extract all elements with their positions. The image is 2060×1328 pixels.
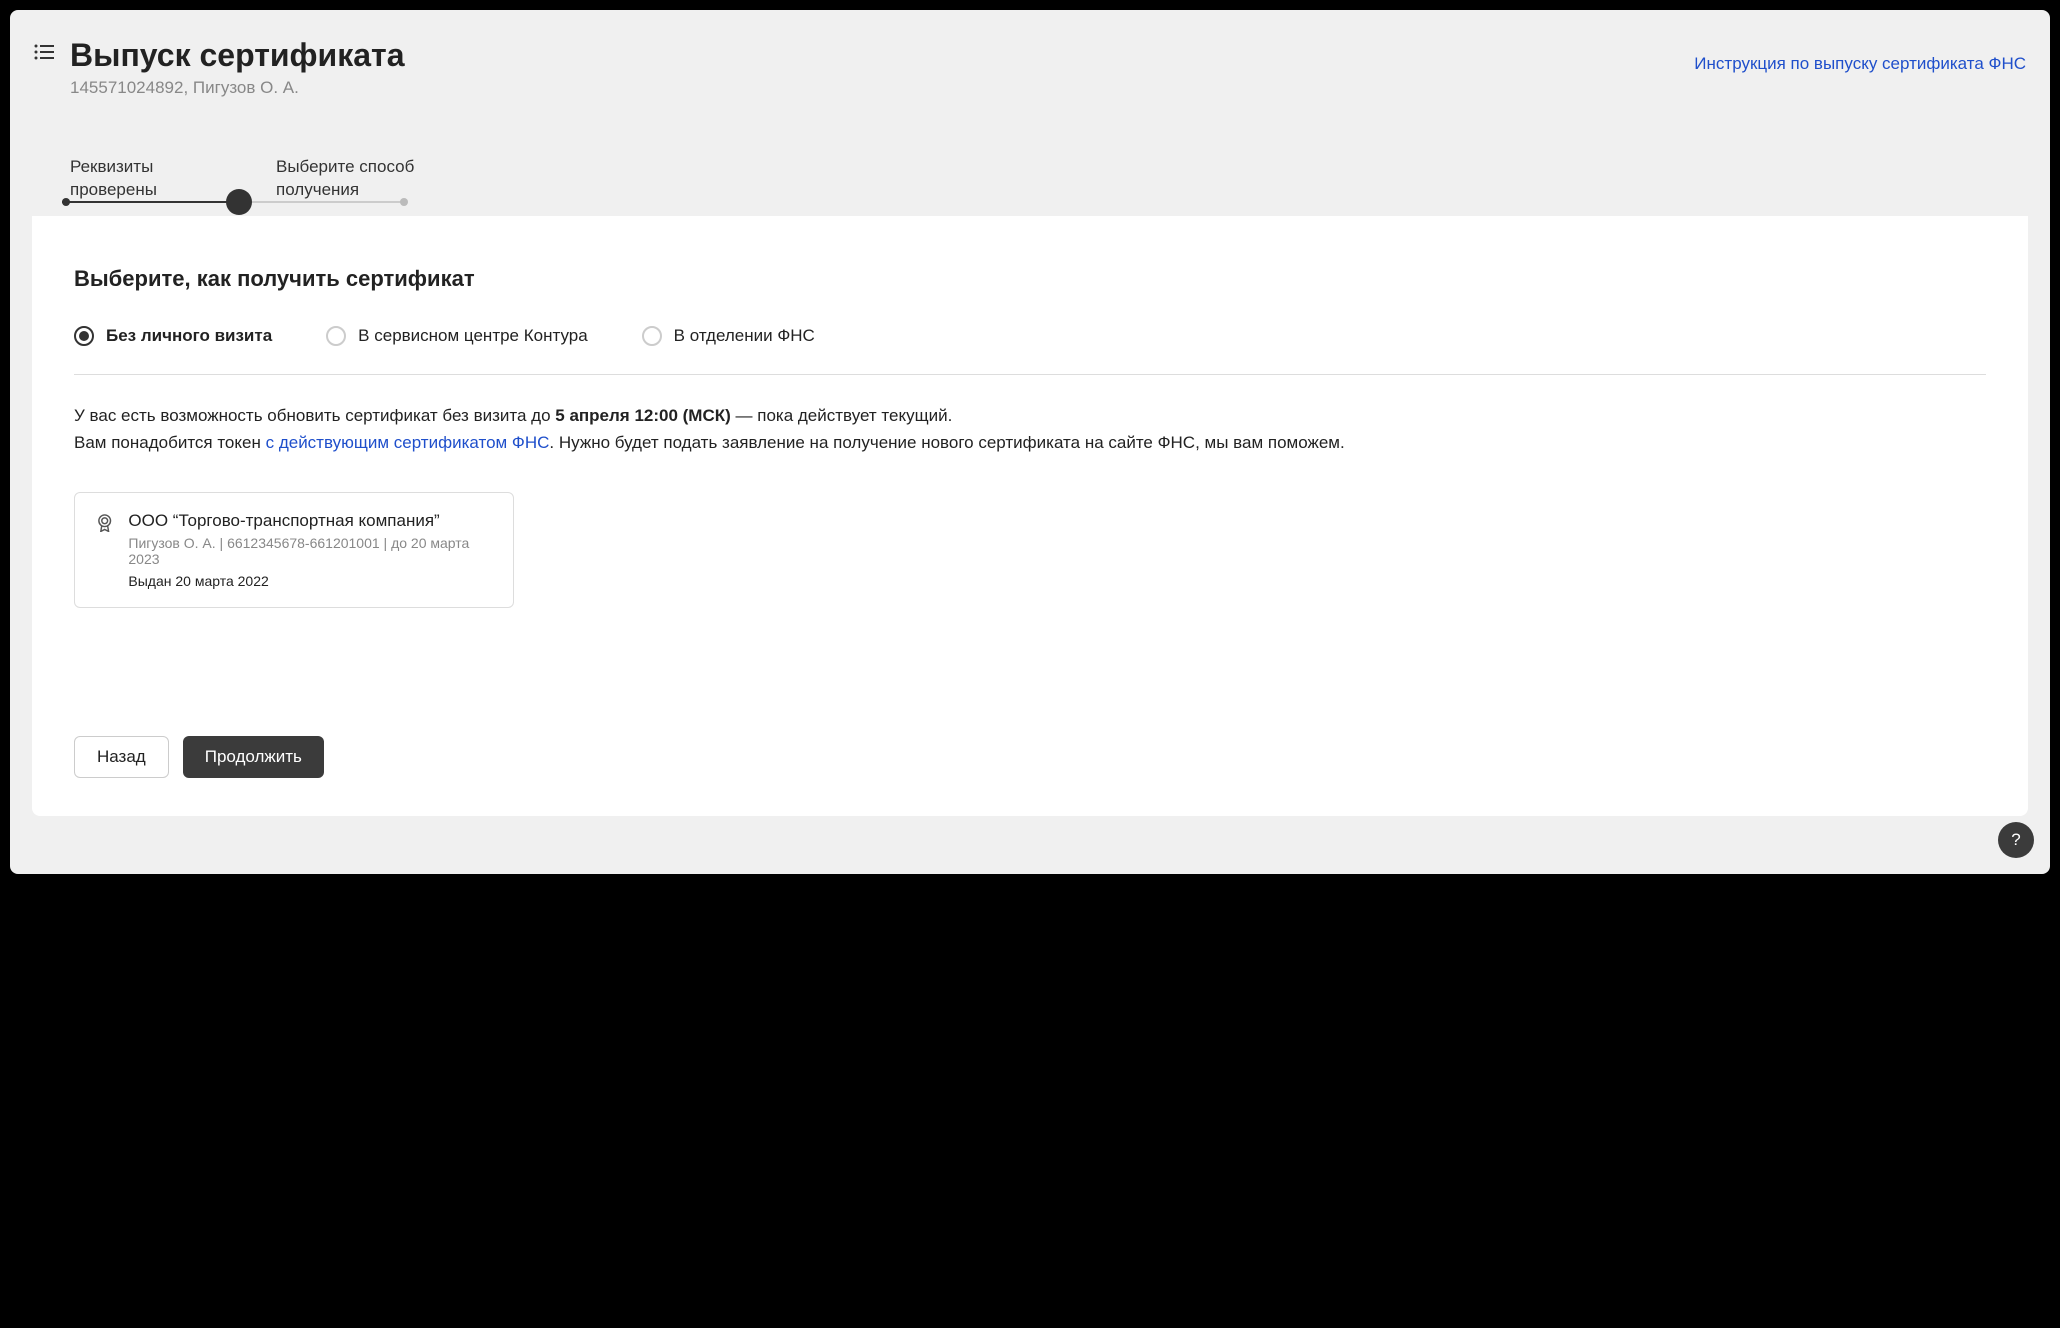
header-left: Выпуск сертификата 145571024892, Пигузов… bbox=[34, 36, 404, 98]
info-token-link[interactable]: с действующим сертификатом ФНС bbox=[266, 433, 550, 452]
certificate-meta: Пигузов О. А. | 6612345678-661201001 | д… bbox=[128, 535, 493, 567]
back-button[interactable]: Назад bbox=[74, 736, 169, 778]
page-title: Выпуск сертификата bbox=[70, 36, 404, 74]
instruction-link[interactable]: Инструкция по выпуску сертификата ФНС bbox=[1694, 54, 2026, 74]
info-line1-post: — пока действует текущий. bbox=[731, 406, 953, 425]
section-heading: Выберите, как получить сертификат bbox=[74, 266, 1986, 292]
radio-icon bbox=[326, 326, 346, 346]
certificate-company: ООО “Торгово-транспортная компания” bbox=[128, 511, 493, 531]
page-subtitle: 145571024892, Пигузов О. А. bbox=[70, 78, 404, 98]
content-card: Выберите, как получить сертификат Без ли… bbox=[32, 216, 2028, 816]
certificate-icon bbox=[95, 513, 114, 533]
info-line2-pre: Вам понадобится токен bbox=[74, 433, 266, 452]
radio-option-no-visit[interactable]: Без личного визита bbox=[74, 326, 272, 346]
app-container: Выпуск сертификата 145571024892, Пигузов… bbox=[10, 10, 2050, 874]
step-dot-current bbox=[226, 189, 252, 215]
step-label-1: Реквизиты проверены bbox=[70, 156, 220, 202]
certificate-card: ООО “Торгово-транспортная компания” Пигу… bbox=[74, 492, 514, 608]
step-track bbox=[62, 200, 2010, 204]
certificate-issued: Выдан 20 марта 2022 bbox=[128, 573, 493, 589]
stepper: Реквизиты проверены Выберите способ полу… bbox=[10, 98, 2050, 202]
radio-label: В отделении ФНС bbox=[674, 326, 815, 346]
info-text: У вас есть возможность обновить сертифик… bbox=[74, 403, 1986, 456]
radio-group: Без личного визита В сервисном центре Ко… bbox=[74, 326, 1986, 375]
info-line1-pre: У вас есть возможность обновить сертифик… bbox=[74, 406, 555, 425]
info-deadline: 5 апреля 12:00 (МСК) bbox=[555, 406, 731, 425]
header: Выпуск сертификата 145571024892, Пигузов… bbox=[10, 10, 2050, 98]
button-row: Назад Продолжить bbox=[74, 736, 324, 778]
help-button[interactable]: ? bbox=[1998, 822, 2034, 858]
title-block: Выпуск сертификата 145571024892, Пигузов… bbox=[70, 36, 404, 98]
certificate-body: ООО “Торгово-транспортная компания” Пигу… bbox=[128, 511, 493, 589]
radio-icon bbox=[642, 326, 662, 346]
menu-icon[interactable] bbox=[34, 44, 54, 64]
step-dot-1 bbox=[62, 198, 70, 206]
radio-option-fns[interactable]: В отделении ФНС bbox=[642, 326, 815, 346]
radio-label: Без личного визита bbox=[106, 326, 272, 346]
step-dot-3 bbox=[400, 198, 408, 206]
radio-label: В сервисном центре Контура bbox=[358, 326, 588, 346]
info-line2-post: . Нужно будет подать заявление на получе… bbox=[549, 433, 1344, 452]
continue-button[interactable]: Продолжить bbox=[183, 736, 324, 778]
step-label-2: Выберите способ получения bbox=[276, 156, 426, 202]
radio-icon bbox=[74, 326, 94, 346]
radio-option-service-center[interactable]: В сервисном центре Контура bbox=[326, 326, 588, 346]
